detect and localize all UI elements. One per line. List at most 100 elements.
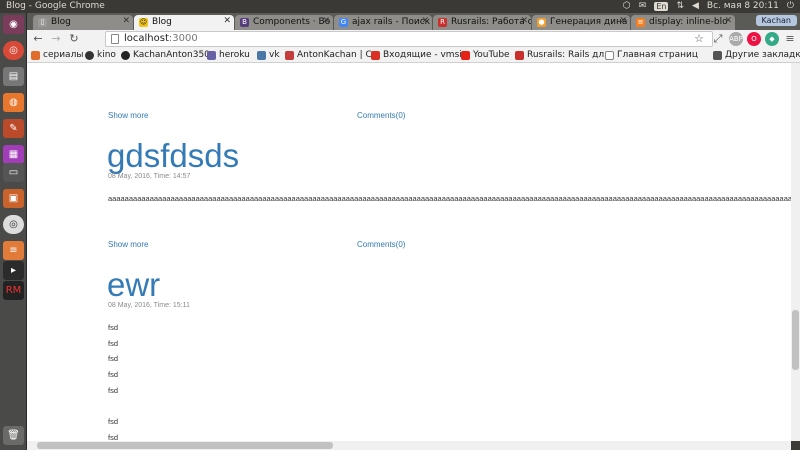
- extension-icon[interactable]: ◆: [765, 32, 779, 46]
- smiley-icon: ☺: [139, 18, 148, 27]
- reload-icon[interactable]: ↻: [67, 32, 81, 46]
- close-icon[interactable]: ✕: [724, 16, 732, 26]
- power-icon[interactable]: ⏻: [787, 1, 794, 11]
- post-body-line: fsd: [108, 417, 119, 426]
- tab-blog-2[interactable]: ☺ Blog ✕: [134, 15, 234, 30]
- address-bar[interactable]: localhost:3000: [105, 31, 713, 47]
- vertical-scrollbar[interactable]: [791, 63, 800, 441]
- tab-components[interactable]: B Components · Bo ✕: [235, 15, 333, 30]
- github-icon: [121, 50, 130, 60]
- files-icon[interactable]: ▤: [3, 67, 24, 86]
- scrollbar-thumb[interactable]: [37, 442, 333, 449]
- bookmark-github[interactable]: KachanAnton350: [121, 50, 210, 60]
- tab-display-inline[interactable]: ≡ display: inline-blo ✕: [631, 15, 735, 30]
- bookmark-rusrails[interactable]: Rusrails: Rails для: [515, 50, 610, 60]
- bootstrap-icon: B: [240, 18, 249, 27]
- bookmark-kino[interactable]: kino: [85, 50, 116, 60]
- bookmark-other[interactable]: Другие закладки: [713, 50, 800, 60]
- web-page: Show more Comments(0) gdsfdsds 08 May, 2…: [27, 63, 791, 441]
- post-title[interactable]: ewr: [107, 268, 160, 301]
- vk-icon: [257, 50, 266, 60]
- bookmark-gmail[interactable]: Входящие - vmsi: [371, 50, 462, 60]
- close-icon[interactable]: ✕: [520, 16, 528, 26]
- post-body-line: fsd: [108, 323, 119, 332]
- terminal-icon[interactable]: ▸: [3, 261, 24, 280]
- post-title[interactable]: gdsfdsds: [107, 139, 239, 172]
- address-host: localhost: [124, 33, 169, 44]
- rusrails-icon: R: [438, 18, 447, 27]
- firefox-icon[interactable]: ◍: [3, 93, 24, 112]
- tab-label: Генерация дина: [550, 17, 628, 27]
- abp-icon[interactable]: ABP: [729, 32, 743, 46]
- volume-icon[interactable]: ◀: [692, 1, 699, 11]
- rubymine-icon[interactable]: RM: [3, 281, 24, 300]
- close-icon[interactable]: ✕: [122, 16, 130, 26]
- chrome-icon[interactable]: ◎: [3, 41, 24, 60]
- clock[interactable]: Вс. мая 8 20:11: [707, 1, 779, 11]
- page-info-icon[interactable]: [111, 34, 119, 44]
- bookmark-main-page[interactable]: Главная страниц: [605, 50, 698, 60]
- tab-label: display: inline-blo: [649, 17, 728, 27]
- text-editor-icon[interactable]: ≡: [3, 241, 24, 260]
- tab-generation[interactable]: ● Генерация дина ✕: [532, 15, 630, 30]
- settings-icon[interactable]: ✎: [3, 119, 24, 138]
- bookmark-codecademy[interactable]: AntonKachan | Co: [285, 50, 377, 60]
- post-body-line: fsd: [108, 386, 119, 395]
- close-icon[interactable]: ✕: [223, 16, 231, 26]
- page-icon: ▯: [38, 18, 47, 27]
- show-more-link[interactable]: Show more: [108, 240, 148, 249]
- codecademy-icon: [285, 50, 294, 60]
- terminal-window-icon[interactable]: ▭: [3, 163, 24, 182]
- mail-icon[interactable]: ✉: [639, 1, 647, 11]
- menu-icon[interactable]: ≡: [783, 32, 797, 46]
- close-icon[interactable]: ✕: [619, 16, 627, 26]
- show-more-link[interactable]: Show more: [108, 111, 148, 120]
- tab-ajax-rails[interactable]: G ajax rails - Поиск ✕: [334, 15, 432, 30]
- star-icon[interactable]: ☆: [692, 32, 706, 46]
- system-top-panel: Blog - Google Chrome ⬡ ✉ En ⇅ ◀ Вс. мая …: [0, 0, 800, 13]
- tab-label: ajax rails - Поиск: [352, 17, 431, 27]
- software-center-icon[interactable]: ▣: [3, 189, 24, 208]
- bookmarks-bar: сериалы kino KachanAnton350 heroku vk An…: [27, 48, 800, 63]
- bookmark-youtube[interactable]: YouTube: [461, 50, 510, 60]
- post-date: 08 May, 2016, Time: 14:57: [108, 173, 191, 180]
- scrollbar-thumb[interactable]: [792, 310, 799, 370]
- dash-icon[interactable]: ◉: [3, 15, 24, 34]
- opera-icon[interactable]: O: [747, 32, 761, 46]
- post-body-line: fsd: [108, 370, 119, 379]
- post-body-line: aaaaaaaaaaaaaaaaaaaaaaaaaaaaaaaaaaaaaaaa…: [108, 194, 791, 203]
- comments-link[interactable]: Comments(0): [357, 240, 405, 249]
- disc-icon[interactable]: ◎: [3, 215, 24, 234]
- close-icon[interactable]: ✕: [322, 16, 330, 26]
- trash-icon[interactable]: 🗑: [3, 426, 24, 445]
- address-port: :3000: [168, 33, 198, 44]
- share-icon[interactable]: ⤢: [711, 32, 725, 46]
- post-date: 08 May, 2016, Time: 15:11: [108, 302, 190, 309]
- google-icon: G: [339, 18, 348, 27]
- bookmark-vk[interactable]: vk: [257, 50, 280, 60]
- bookmark-heroku[interactable]: heroku: [207, 50, 250, 60]
- rusrails-icon: [515, 50, 524, 60]
- tab-label: Blog: [51, 17, 71, 27]
- tab-rusrails[interactable]: R Rusrails: Работа с ✕: [433, 15, 531, 30]
- folder-icon: [713, 50, 722, 60]
- profile-button[interactable]: Kachan: [755, 15, 797, 26]
- system-tray: ⬡ ✉ En ⇅ ◀ Вс. мая 8 20:11 ⏻: [623, 1, 794, 11]
- close-icon[interactable]: ✕: [421, 16, 429, 26]
- tab-label: Components · Bo: [253, 17, 331, 27]
- tab-blog-1[interactable]: ▯ Blog ✕: [33, 15, 133, 30]
- page-icon: [605, 50, 614, 60]
- bookmark-serialy[interactable]: сериалы: [31, 50, 83, 60]
- keyboard-layout-indicator[interactable]: En: [654, 1, 669, 11]
- horizontal-scrollbar[interactable]: [27, 441, 791, 450]
- network-icon[interactable]: ⇅: [676, 1, 684, 11]
- gmail-icon: [371, 50, 380, 60]
- back-arrow-icon[interactable]: ←: [31, 32, 45, 46]
- app-icon[interactable]: ▦: [3, 145, 24, 164]
- window-title: Blog - Google Chrome: [6, 1, 105, 11]
- heroku-icon: [207, 50, 216, 60]
- dropbox-icon[interactable]: ⬡: [623, 1, 631, 11]
- forward-arrow-icon[interactable]: →: [49, 32, 63, 46]
- tab-strip: ▯ Blog ✕ ☺ Blog ✕ B Components · Bo ✕ G …: [27, 13, 800, 30]
- comments-link[interactable]: Comments(0): [357, 111, 405, 120]
